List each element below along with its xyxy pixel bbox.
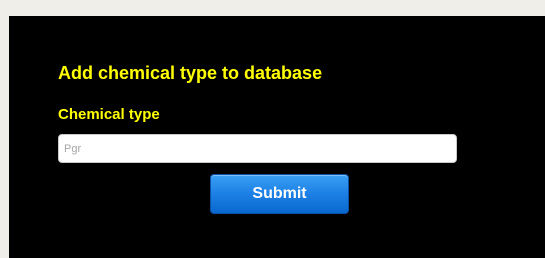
- chemical-type-label: Chemical type: [58, 106, 160, 123]
- add-chemical-type-form: Add chemical type to database Chemical t…: [9, 16, 545, 258]
- chemical-type-input[interactable]: [58, 134, 457, 163]
- form-title: Add chemical type to database: [58, 63, 323, 83]
- page-frame: Add chemical type to database Chemical t…: [0, 0, 545, 258]
- submit-button[interactable]: Submit: [210, 174, 349, 214]
